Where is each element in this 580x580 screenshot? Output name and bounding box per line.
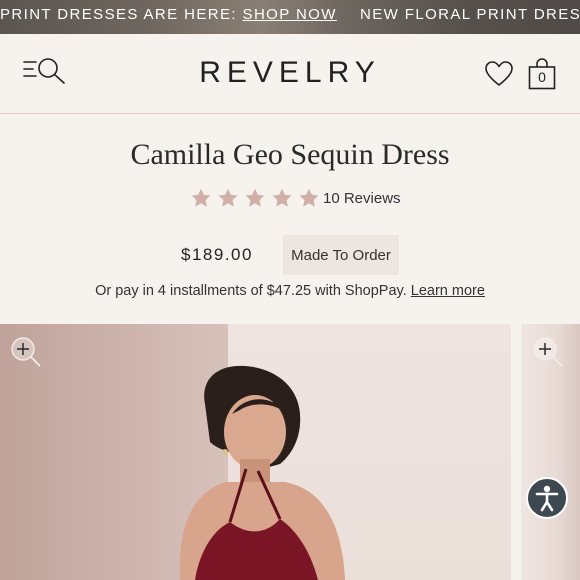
announcement-message-2[interactable]: NEW FLORAL PRINT DRESSES (360, 6, 580, 23)
zoom-in-icon (533, 337, 563, 367)
made-to-order-badge: Made To Order (283, 235, 399, 275)
installments-text: Or pay in 4 installments of $47.25 with … (95, 283, 407, 299)
star-icon (299, 188, 319, 207)
zoom-button[interactable] (10, 336, 42, 368)
accessibility-button[interactable] (526, 477, 568, 519)
product-image-main[interactable] (0, 324, 511, 580)
product-price: $189.00 (181, 245, 253, 264)
announcement-message: PRINT DRESSES ARE HERE: SHOP NOW (0, 6, 337, 23)
product-title: Camilla Geo Sequin Dress (130, 138, 450, 171)
announcement-bar: PRINT DRESSES ARE HERE: SHOP NOW NEW FLO… (0, 0, 580, 34)
installments-info: Or pay in 4 installments of $47.25 with … (0, 283, 580, 299)
star-icon (218, 188, 238, 207)
cart-count: 0 (538, 69, 546, 85)
learn-more-link[interactable]: Learn more (411, 283, 485, 299)
product-image-next[interactable] (521, 324, 580, 580)
logo-text[interactable]: REVELRY (199, 56, 381, 90)
reviews-link[interactable]: 10 Reviews (323, 190, 401, 207)
zoom-button-next[interactable] (532, 336, 564, 368)
shop-now-link[interactable]: SHOP NOW (243, 6, 337, 23)
heart-icon (485, 61, 513, 86)
star-icon (272, 188, 292, 207)
wishlist-button[interactable] (484, 60, 514, 88)
product-rating[interactable]: 10 Reviews (190, 187, 401, 209)
model-figure (179, 365, 345, 580)
star-icon (245, 188, 265, 207)
site-header: REVELRY 0 (0, 34, 580, 114)
star-icon (191, 188, 211, 207)
cart-button[interactable]: 0 (528, 58, 556, 90)
accessibility-icon (535, 485, 559, 512)
announcement-text: PRINT DRESSES ARE HERE: (0, 6, 243, 23)
zoom-in-icon (11, 337, 41, 367)
